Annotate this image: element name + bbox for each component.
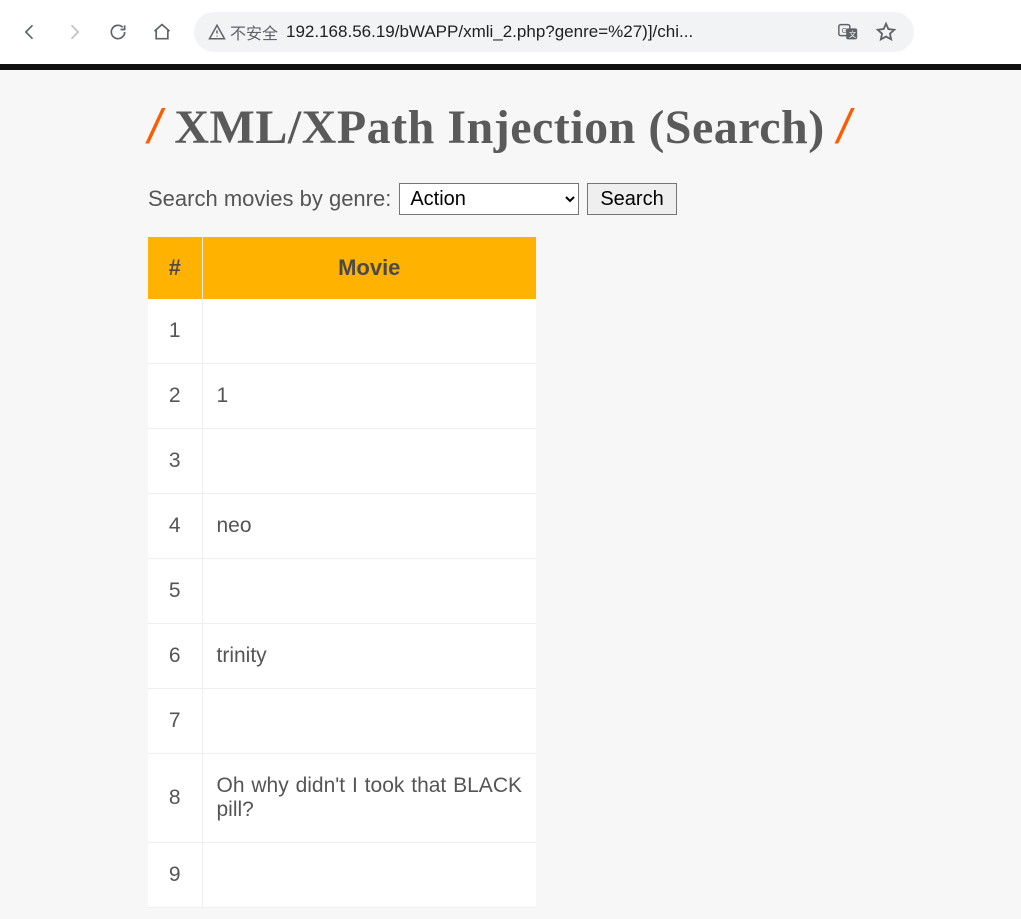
- row-movie: Oh why didn't I took that BLACK pill?: [202, 754, 536, 843]
- row-number: 6: [148, 624, 202, 689]
- browser-toolbar: 不安全 192.168.56.19/bWAPP/xmli_2.php?genre…: [0, 0, 1021, 64]
- arrow-right-icon: [64, 22, 84, 42]
- row-number: 5: [148, 559, 202, 624]
- row-number: 8: [148, 754, 202, 843]
- table-row: 4neo: [148, 494, 536, 559]
- search-button[interactable]: Search: [587, 183, 676, 215]
- table-row: 21: [148, 364, 536, 429]
- address-right-icons: G文: [834, 18, 900, 46]
- slash-decoration: /: [148, 101, 162, 154]
- title-text: XML/XPath Injection (Search): [174, 101, 824, 154]
- row-movie: [202, 843, 536, 908]
- arrow-left-icon: [20, 22, 40, 42]
- url-text: 192.168.56.19/bWAPP/xmli_2.php?genre=%27…: [286, 22, 822, 42]
- slash-decoration: /: [837, 101, 851, 154]
- table-row: 9: [148, 843, 536, 908]
- row-movie: [202, 429, 536, 494]
- home-icon: [152, 22, 172, 42]
- row-movie: [202, 689, 536, 754]
- row-number: 9: [148, 843, 202, 908]
- row-movie: trinity: [202, 624, 536, 689]
- results-table: # Movie 12134neo56trinity78Oh why didn't…: [148, 237, 536, 908]
- col-header-movie: Movie: [202, 237, 536, 299]
- back-button[interactable]: [12, 14, 48, 50]
- svg-text:G: G: [842, 26, 848, 35]
- translate-icon[interactable]: G文: [834, 18, 862, 46]
- row-movie: [202, 299, 536, 364]
- table-row: 7: [148, 689, 536, 754]
- page-body: / XML/XPath Injection (Search) / Search …: [0, 70, 1021, 919]
- row-number: 4: [148, 494, 202, 559]
- security-badge[interactable]: 不安全: [208, 20, 278, 44]
- security-label: 不安全: [230, 20, 278, 44]
- row-number: 2: [148, 364, 202, 429]
- row-movie: [202, 559, 536, 624]
- bookmark-star-icon[interactable]: [872, 18, 900, 46]
- search-label: Search movies by genre:: [148, 186, 391, 212]
- table-row: 1: [148, 299, 536, 364]
- row-number: 1: [148, 299, 202, 364]
- home-button[interactable]: [144, 14, 180, 50]
- search-form: Search movies by genre: Action Search: [148, 183, 1021, 215]
- col-header-num: #: [148, 237, 202, 299]
- svg-text:文: 文: [849, 30, 857, 39]
- table-row: 5: [148, 559, 536, 624]
- page-title: / XML/XPath Injection (Search) /: [148, 100, 1021, 155]
- reload-button[interactable]: [100, 14, 136, 50]
- table-row: 6trinity: [148, 624, 536, 689]
- row-number: 3: [148, 429, 202, 494]
- table-row: 8Oh why didn't I took that BLACK pill?: [148, 754, 536, 843]
- reload-icon: [108, 22, 128, 42]
- table-row: 3: [148, 429, 536, 494]
- forward-button[interactable]: [56, 14, 92, 50]
- row-number: 7: [148, 689, 202, 754]
- genre-select[interactable]: Action: [399, 183, 579, 215]
- warning-icon: [208, 23, 226, 41]
- row-movie: neo: [202, 494, 536, 559]
- address-bar[interactable]: 不安全 192.168.56.19/bWAPP/xmli_2.php?genre…: [194, 12, 914, 52]
- row-movie: 1: [202, 364, 536, 429]
